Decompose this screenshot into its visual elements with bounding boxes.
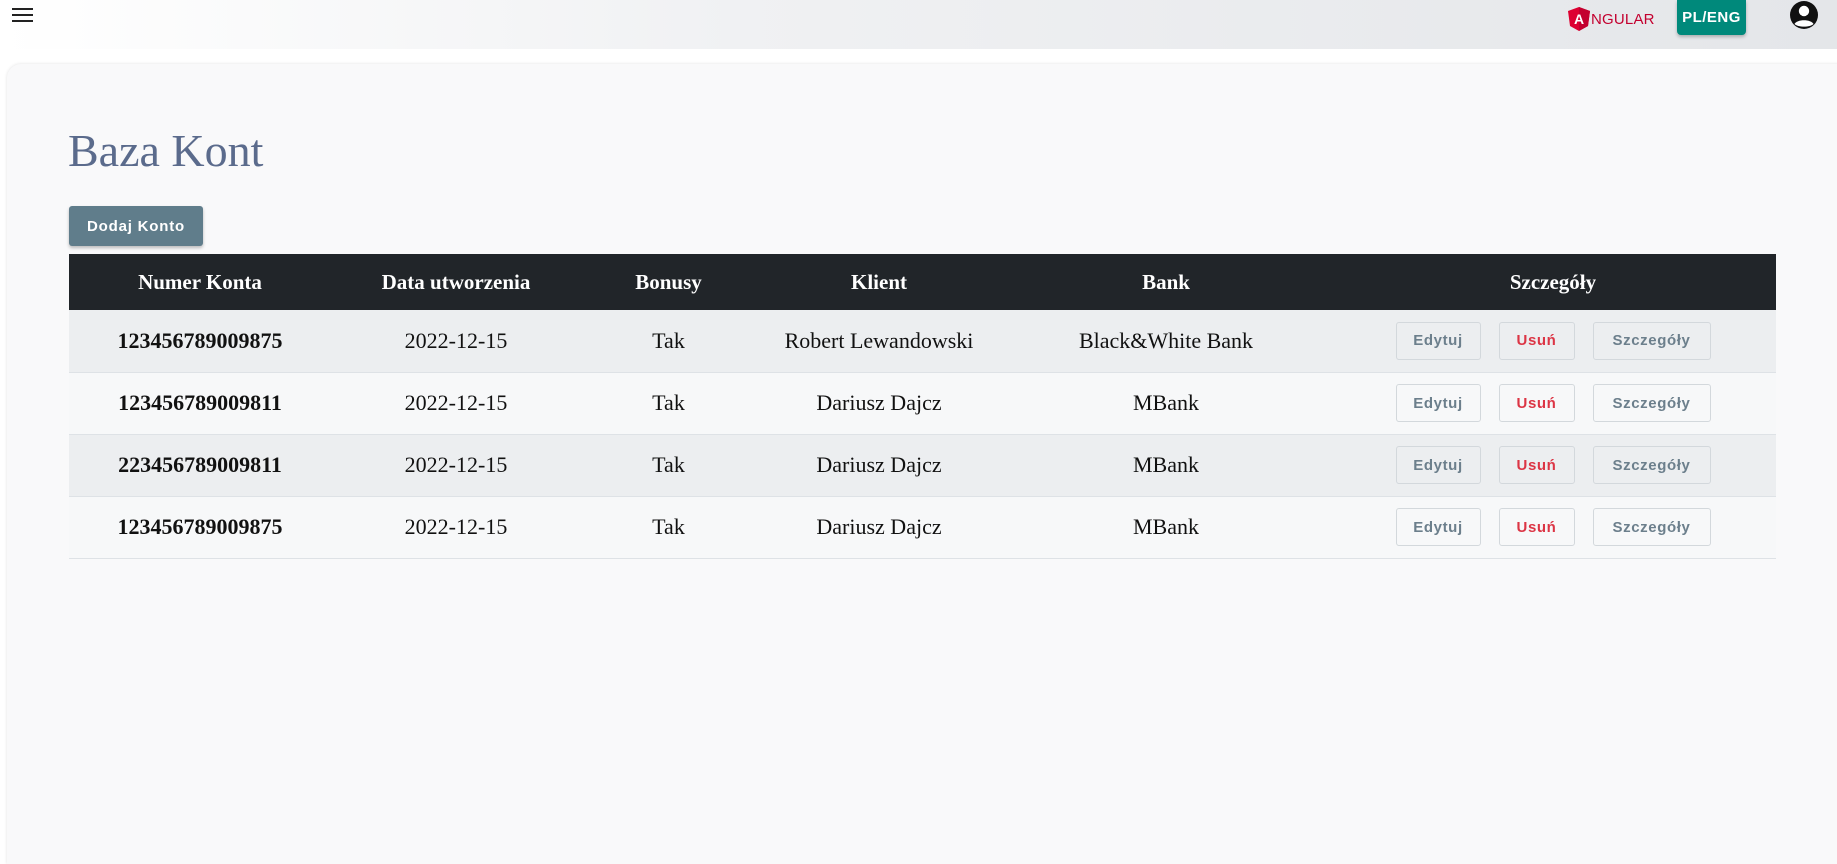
delete-button[interactable]: Usuń — [1498, 446, 1575, 484]
client-cell: Robert Lewandowski — [784, 327, 974, 353]
client-cell: Dariusz Dajcz — [816, 452, 942, 477]
column-header-account-number: Numer Konta — [138, 269, 262, 294]
table-row: 123456789009875 2022-12-15 Tak Dariusz D… — [69, 496, 1776, 558]
table-row: 123456789009875 2022-12-15 Tak Robert Le… — [69, 310, 1776, 372]
edit-button[interactable]: Edytuj — [1395, 508, 1481, 546]
delete-button[interactable]: Usuń — [1498, 508, 1575, 546]
actions-cell: Edytuj Usuń Szczegóły — [1330, 372, 1776, 434]
client-cell: Dariusz Dajcz — [816, 390, 942, 415]
menu-icon-bar — [11, 20, 33, 22]
row-actions: Edytuj Usuń Szczegóły — [1330, 508, 1776, 546]
edit-button[interactable]: Edytuj — [1395, 321, 1481, 360]
delete-button[interactable]: Usuń — [1498, 384, 1575, 422]
menu-icon-bar — [11, 8, 33, 10]
accounts-table: Numer Konta Data utworzenia Bonusy Klien… — [69, 254, 1776, 559]
row-actions: Edytuj Usuń Szczegóły — [1330, 321, 1776, 360]
angular-logo-letter: A — [1574, 11, 1584, 27]
column-header-created-date: Data utworzenia — [381, 269, 531, 294]
column-header-details: Szczegóły — [1509, 269, 1597, 294]
edit-button[interactable]: Edytuj — [1395, 446, 1481, 484]
menu-icon-bar — [11, 14, 33, 16]
column-header-bank: Bank — [1142, 269, 1190, 294]
created-date-cell: 2022-12-15 — [404, 514, 508, 539]
table-header-row: Numer Konta Data utworzenia Bonusy Klien… — [69, 254, 1776, 310]
top-toolbar: A NGULAR PL/ENG — [0, 0, 1837, 49]
bank-cell: MBank — [1133, 452, 1199, 477]
created-date-cell: 2022-12-15 — [404, 327, 508, 353]
client-cell: Dariusz Dajcz — [816, 514, 942, 539]
bonus-cell: Tak — [652, 390, 685, 415]
language-toggle-button[interactable]: PL/ENG — [1677, 0, 1746, 35]
account-number-cell: 123456789009811 — [118, 390, 282, 415]
add-account-button[interactable]: Dodaj Konto — [69, 206, 203, 246]
account-number-cell: 123456789009875 — [117, 514, 283, 539]
created-date-cell: 2022-12-15 — [404, 390, 508, 415]
bank-cell: MBank — [1133, 390, 1199, 415]
details-button[interactable]: Szczegóły — [1592, 446, 1711, 484]
created-date-cell: 2022-12-15 — [404, 452, 508, 477]
bonus-cell: Tak — [652, 452, 685, 477]
row-actions: Edytuj Usuń Szczegóły — [1330, 384, 1776, 422]
account-number-cell: 123456789009875 — [117, 327, 283, 353]
column-header-client: Klient — [851, 269, 907, 294]
table-row: 123456789009811 2022-12-15 Tak Dariusz D… — [69, 372, 1776, 434]
angular-logo: A NGULAR — [1568, 6, 1655, 32]
angular-shield-icon: A — [1568, 7, 1590, 31]
actions-cell: Edytuj Usuń Szczegóły — [1330, 434, 1776, 496]
angular-logo-text: NGULAR — [1591, 10, 1655, 28]
bonus-cell: Tak — [652, 327, 685, 353]
details-button[interactable]: Szczegóły — [1592, 508, 1711, 546]
page-title: Baza Kont — [68, 125, 264, 176]
bonus-cell: Tak — [652, 514, 685, 539]
details-button[interactable]: Szczegóły — [1592, 321, 1711, 360]
edit-button[interactable]: Edytuj — [1395, 384, 1481, 422]
delete-button[interactable]: Usuń — [1498, 321, 1575, 360]
actions-cell: Edytuj Usuń Szczegóły — [1330, 310, 1776, 372]
details-button[interactable]: Szczegóły — [1592, 384, 1711, 422]
column-header-bonuses: Bonusy — [635, 269, 702, 294]
table-row: 223456789009811 2022-12-15 Tak Dariusz D… — [69, 434, 1776, 496]
bank-cell: Black&White Bank — [1078, 327, 1254, 353]
row-actions: Edytuj Usuń Szczegóły — [1330, 446, 1776, 484]
account-number-cell: 223456789009811 — [118, 452, 282, 477]
bank-cell: MBank — [1133, 514, 1199, 539]
menu-icon[interactable] — [6, 2, 38, 28]
account-circle-icon[interactable] — [1789, 0, 1819, 30]
actions-cell: Edytuj Usuń Szczegóły — [1330, 496, 1776, 558]
